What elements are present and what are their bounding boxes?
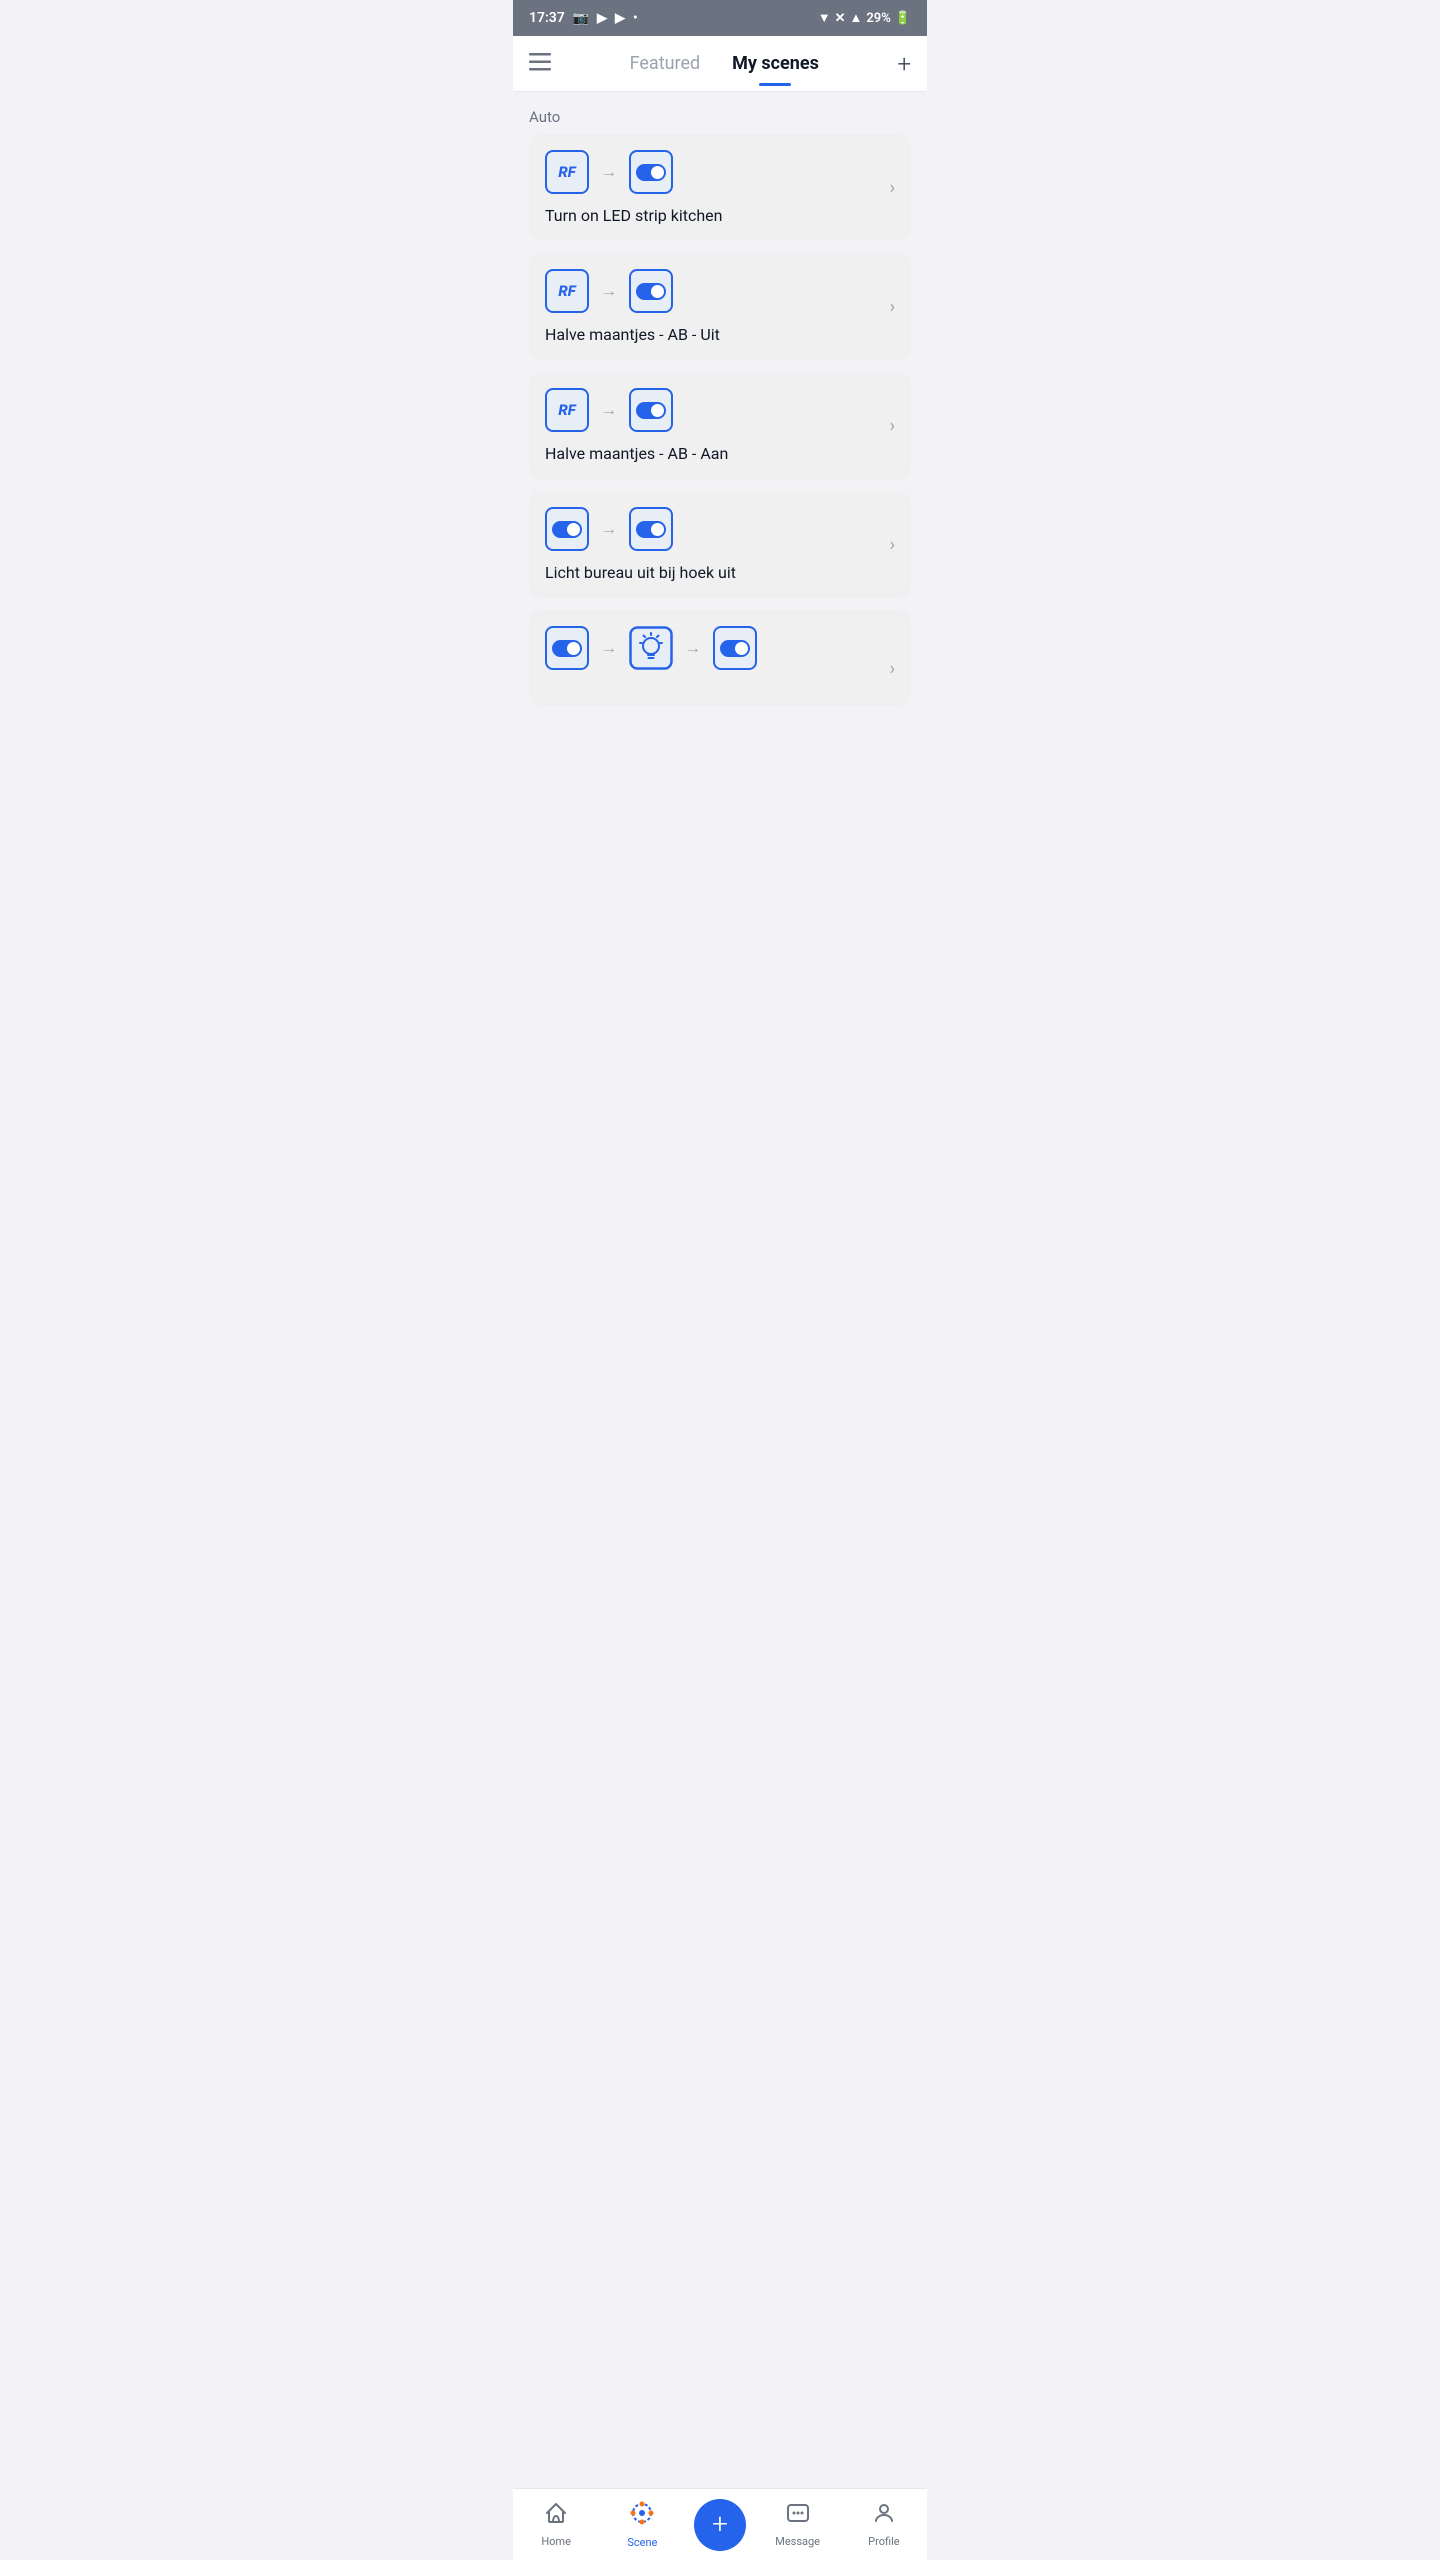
chevron-right-icon-5: › [890,659,895,680]
rf-trigger-icon-3: RF [545,388,589,432]
header-tabs: Featured My scenes [551,53,897,74]
arrow-icon-2: → [601,281,617,301]
scene-card-5[interactable]: → → [529,610,911,706]
youtube2-icon: ▶ [615,11,625,26]
add-plus-icon: + [712,2510,728,2538]
battery-icon: 🔋 [895,11,911,26]
arrow-icon-1: → [601,162,617,182]
scene-card-top-3: RF → [545,388,895,432]
arrow-icon-5a: → [601,638,617,658]
rf-trigger-icon-2: RF [545,269,589,313]
nav-label-home: Home [541,2535,571,2548]
message-icon [786,2501,810,2531]
arrow-icon-3: → [601,400,617,420]
section-auto-label: Auto [513,92,927,134]
signal-icon: ✕ [835,11,846,26]
menu-icon[interactable] [529,52,551,76]
nav-item-message[interactable]: Message [755,2501,841,2548]
status-bar: 17:37 📷 ▶ ▶ • ▼ ✕ ▲ 29% 🔋 [513,0,927,36]
wifi-icon: ▼ [818,10,831,26]
tab-featured[interactable]: Featured [630,53,701,74]
nav-label-scene: Scene [627,2536,657,2549]
chevron-right-icon-1: › [890,177,895,198]
toggle-trigger-icon-5 [545,626,589,670]
signal-bars-icon: ▲ [849,10,862,26]
status-time: 17:37 [529,10,565,26]
arrow-icon-5b: → [685,638,701,658]
bottom-nav: Home Scene + [513,2488,927,2560]
scene-card-top-5: → → [545,626,895,670]
nav-item-scene[interactable]: Scene [599,2500,685,2549]
tab-my-scenes[interactable]: My scenes [732,53,819,74]
nav-item-add[interactable]: + [686,2499,755,2551]
nav-label-profile: Profile [868,2535,899,2548]
scene-card-1[interactable]: RF → Turn on LED strip kitchen › [529,134,911,241]
scene-card-2[interactable]: RF → Halve maantjes - AB - Uit › [529,253,911,360]
toggle-trigger-icon-4 [545,507,589,551]
scene-title-2: Halve maantjes - AB - Uit [545,325,720,344]
scene-title-1: Turn on LED strip kitchen [545,206,722,225]
profile-icon [872,2501,896,2531]
youtube-icon: ▶ [597,11,607,26]
scene-card-top-4: → [545,507,895,551]
nav-item-home[interactable]: Home [513,2501,599,2548]
toggle-action-icon-1 [629,150,673,194]
scene-card-top-2: RF → [545,269,895,313]
header: Featured My scenes + [513,36,927,92]
chevron-right-icon-2: › [890,296,895,317]
nav-item-profile[interactable]: Profile [841,2501,927,2548]
toggle-action-icon-3 [629,388,673,432]
add-button[interactable]: + [694,2499,746,2551]
bulb-icon-5 [629,626,673,670]
instagram-icon: 📷 [573,11,589,26]
scene-card-top-1: RF → [545,150,895,194]
scene-title-4: Licht bureau uit bij hoek uit [545,563,736,582]
nav-label-message: Message [775,2535,820,2548]
chevron-right-icon-4: › [890,534,895,555]
toggle-action-icon-2 [629,269,673,313]
toggle-action-icon-5 [713,626,757,670]
rf-trigger-icon-1: RF [545,150,589,194]
chevron-right-icon-3: › [890,415,895,436]
add-scene-button[interactable]: + [897,50,911,78]
scene-card-4[interactable]: → Licht bureau uit bij hoek uit › [529,491,911,598]
scene-title-3: Halve maantjes - AB - Aan [545,444,728,463]
status-right: ▼ ✕ ▲ 29% 🔋 [818,10,911,26]
dot-icon: • [633,11,638,26]
status-left: 17:37 📷 ▶ ▶ • [529,10,638,26]
battery-percent: 29% [866,11,890,26]
home-icon [544,2501,568,2531]
scene-icon [629,2500,655,2532]
scenes-list: RF → Turn on LED strip kitchen › RF → Ha… [513,134,927,786]
scene-card-3[interactable]: RF → Halve maantjes - AB - Aan › [529,372,911,479]
toggle-action-icon-4 [629,507,673,551]
arrow-icon-4: → [601,519,617,539]
